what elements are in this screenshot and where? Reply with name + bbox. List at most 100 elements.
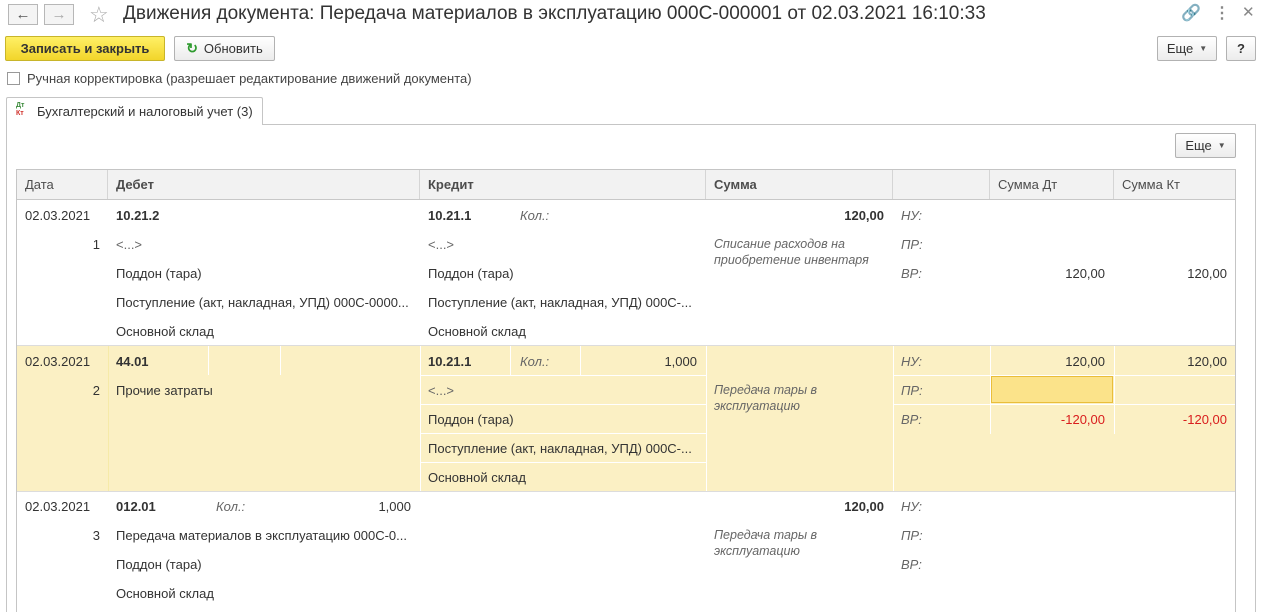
debit-account: 10.21.2 (116, 208, 160, 223)
cell-divider (706, 346, 707, 492)
movements-table: Дата Дебет Кредит Сумма Сумма Дт Сумма К… (16, 169, 1236, 612)
refresh-icon: ↻ (186, 40, 198, 56)
header-credit[interactable]: Кредит (420, 170, 706, 199)
debit-subconto: <...> (116, 237, 143, 252)
credit-subconto: Поступление (акт, накладная, УПД) 000С-.… (428, 295, 692, 310)
vr-label: ВР: (901, 412, 922, 427)
vr-sum-dt: -120,00 (1060, 412, 1105, 427)
cell-divider (510, 346, 511, 375)
cell-divider (1114, 346, 1115, 434)
save-and-close-button[interactable]: Записать и закрыть (5, 36, 165, 61)
credit-qty-label: Кол.: (520, 208, 550, 223)
manual-correction-checkbox[interactable] (7, 72, 20, 85)
table-more-label: Еще (1185, 138, 1212, 153)
row-number: 1 (92, 237, 100, 252)
sum-value: 120,00 (844, 208, 884, 223)
more-vertical-icon[interactable]: ⋮ (1214, 3, 1230, 23)
row-date: 02.03.2021 (25, 354, 91, 369)
cell-divider (420, 404, 706, 405)
table-more-button[interactable]: Еще ▼ (1175, 133, 1236, 158)
nu-label: НУ: (901, 354, 923, 369)
chevron-down-icon: ▼ (1217, 141, 1226, 150)
debit-subconto: Поддон (тара) (116, 266, 202, 281)
row-date: 02.03.2021 (25, 208, 91, 223)
active-cell[interactable] (991, 376, 1113, 403)
favorite-star-icon[interactable]: ☆ (89, 2, 109, 28)
vr-sum-kt: 120,00 (1187, 266, 1227, 281)
header-blank (893, 170, 990, 199)
chevron-down-icon: ▼ (1199, 44, 1208, 53)
nu-sum-dt: 120,00 (1065, 354, 1105, 369)
forward-button[interactable]: → (44, 4, 74, 25)
debit-subconto: Поддон (тара) (116, 557, 202, 572)
header-sum-kt[interactable]: Сумма Кт (1114, 170, 1235, 199)
tab-accounting-tax[interactable]: Дт Кт Бухгалтерский и налоговый учет (3) (6, 97, 263, 125)
dt-kt-icon: Дт Кт (16, 102, 25, 117)
cell-divider (420, 433, 706, 434)
pr-label: ПР: (901, 528, 923, 543)
entry-content: Передача тары в эксплуатацию (714, 528, 818, 558)
cell-divider (893, 346, 894, 492)
vr-sum-kt: -120,00 (1182, 412, 1227, 427)
help-label: ? (1237, 41, 1245, 56)
nu-label: НУ: (901, 499, 923, 514)
header-debit[interactable]: Дебет (108, 170, 420, 199)
debit-subconto: Основной склад (116, 324, 214, 339)
refresh-button[interactable]: ↻ Обновить (174, 36, 275, 61)
refresh-label: Обновить (203, 41, 263, 56)
credit-subconto: Поддон (тара) (428, 412, 514, 427)
header-date[interactable]: Дата (17, 170, 108, 199)
sum-value: 120,00 (844, 499, 884, 514)
nu-sum-kt: 120,00 (1187, 354, 1227, 369)
help-button[interactable]: ? (1226, 36, 1256, 61)
header-sum[interactable]: Сумма (706, 170, 893, 199)
debit-subconto: Основной склад (116, 586, 214, 601)
vr-label: ВР: (901, 266, 922, 281)
row-date: 02.03.2021 (25, 499, 91, 514)
manual-correction-label: Ручная корректировка (разрешает редактир… (27, 71, 472, 86)
cell-divider (420, 375, 706, 376)
back-button[interactable]: ← (8, 4, 38, 25)
credit-subconto: Основной склад (428, 324, 526, 339)
nu-label: НУ: (901, 208, 923, 223)
vr-label: ВР: (901, 557, 922, 572)
credit-subconto: <...> (428, 237, 455, 252)
cell-divider (280, 346, 281, 375)
table-row[interactable]: 02.03.2021 3 012.01 Кол.: 1,000 Передача… (17, 491, 1235, 612)
tab-label: Бухгалтерский и налоговый учет (3) (37, 104, 253, 119)
more-label: Еще (1166, 41, 1194, 56)
credit-qty-label: Кол.: (520, 354, 550, 369)
more-button[interactable]: Еще ▼ (1157, 36, 1217, 61)
window-title: Движения документа: Передача материалов … (123, 3, 986, 24)
header-sum-dt[interactable]: Сумма Дт (990, 170, 1114, 199)
entry-content: Списание расходов на приобретение инвент… (714, 237, 869, 267)
cell-divider (108, 346, 109, 492)
credit-qty: 1,000 (664, 354, 697, 369)
credit-account: 10.21.1 (428, 208, 472, 223)
debit-subconto: Поступление (акт, накладная, УПД) 000С-0… (116, 295, 409, 310)
arrow-right-icon: → (51, 6, 67, 23)
row-number: 2 (92, 383, 100, 398)
cell-divider (208, 346, 209, 375)
cell-divider (893, 404, 1235, 405)
table-row[interactable]: 02.03.2021 1 10.21.2 <...> Поддон (тара)… (17, 200, 1235, 345)
save-and-close-label: Записать и закрыть (20, 41, 150, 56)
link-icon[interactable]: 🔗 (1181, 3, 1201, 23)
cell-divider (580, 346, 581, 375)
credit-subconto: Основной склад (428, 470, 526, 485)
debit-qty-label: Кол.: (216, 499, 246, 514)
cell-divider (420, 346, 421, 492)
cell-divider (420, 462, 706, 463)
close-icon[interactable]: ✕ (1242, 3, 1255, 21)
credit-subconto: Поддон (тара) (428, 266, 514, 281)
credit-account: 10.21.1 (428, 354, 472, 369)
arrow-left-icon: ← (15, 6, 31, 23)
debit-account: 44.01 (116, 354, 149, 369)
table-row-selected[interactable]: 02.03.2021 2 44.01 Прочие затраты 10.21.… (17, 345, 1235, 492)
credit-subconto: Поступление (акт, накладная, УПД) 000С-.… (428, 441, 692, 456)
entry-content: Передача тары в эксплуатацию (714, 383, 818, 413)
vr-sum-dt: 120,00 (1065, 266, 1105, 281)
pr-label: ПР: (901, 237, 923, 252)
row-number: 3 (92, 528, 100, 543)
table-header: Дата Дебет Кредит Сумма Сумма Дт Сумма К… (17, 170, 1235, 200)
